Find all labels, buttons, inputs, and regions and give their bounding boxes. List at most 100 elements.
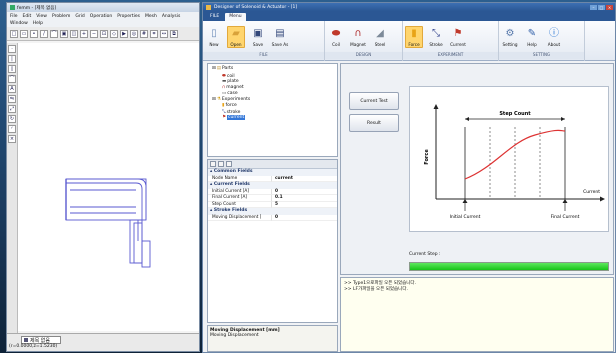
save-as-button[interactable]: ▤ Save As: [271, 27, 289, 47]
document-tab[interactable]: 제목 없음: [21, 336, 61, 344]
tree-node-case[interactable]: ▭ case: [222, 91, 238, 96]
tab-file[interactable]: FILE: [206, 13, 223, 21]
current-icon: ⚑: [222, 115, 227, 120]
magnet-icon: ∩: [354, 27, 362, 39]
about-button[interactable]: ⓘ About: [545, 27, 563, 47]
help-button[interactable]: ✎ Help: [523, 27, 541, 47]
femm-drawing-canvas[interactable]: [18, 43, 199, 331]
group-icon[interactable]: ◫: [70, 29, 78, 38]
property-pages-icon[interactable]: [226, 161, 232, 167]
menu-window[interactable]: Window: [10, 21, 28, 26]
rotate-icon[interactable]: ↻: [8, 115, 16, 123]
line-icon[interactable]: |: [8, 55, 16, 63]
fillet-icon[interactable]: ◜: [8, 125, 16, 133]
initial-current-label: Initial Current: [450, 214, 481, 220]
ribbon-group-design: ⬬ Coil ∩ Magnet ◢ Steel DESIGN: [325, 21, 403, 61]
label-icon[interactable]: A: [8, 85, 16, 93]
categorized-view-icon[interactable]: [210, 161, 216, 167]
group-label-setting: SETTING: [499, 52, 584, 59]
close-button[interactable]: ×: [606, 4, 613, 10]
plate-icon: ▬: [222, 79, 227, 84]
menu-properties[interactable]: Properties: [117, 14, 140, 19]
femm-menubar-2: Window Help: [7, 20, 199, 27]
maximize-button[interactable]: □: [598, 4, 605, 10]
segment-icon[interactable]: /: [40, 29, 48, 38]
menu-problem[interactable]: Problem: [52, 14, 70, 19]
femm-titlebar: femm - [제목 없음]: [7, 3, 199, 12]
rect-icon[interactable]: ▯: [8, 65, 16, 73]
current-test-button[interactable]: Current Test: [349, 92, 399, 110]
arc-tool-icon[interactable]: ⌒: [8, 75, 16, 83]
zoom-out-icon[interactable]: −: [90, 29, 98, 38]
tree-node-magnet[interactable]: ∩ magnet: [222, 85, 244, 90]
stroke-button[interactable]: ⤡ Stroke: [427, 27, 445, 47]
new-button[interactable]: ▯ New: [205, 27, 223, 47]
coil-button[interactable]: ⬬ Coil: [327, 27, 345, 47]
app-icon: [206, 4, 211, 10]
force-icon: ▮: [222, 103, 225, 108]
grid-icon[interactable]: #: [140, 29, 148, 38]
menu-analysis[interactable]: Analysis: [162, 14, 181, 19]
scale-icon[interactable]: ⤢: [8, 105, 16, 113]
view-icon[interactable]: ◎: [130, 29, 138, 38]
setting-icon: ⚙: [505, 27, 515, 39]
property-row[interactable]: Moving Displacement [0: [208, 214, 337, 221]
tree-node-plate[interactable]: ▬ plate: [222, 79, 239, 84]
window-title: Designer of Solenoid & Actuator - [1]: [214, 4, 298, 10]
window-controls: – □ ×: [590, 4, 613, 10]
mesh-icon[interactable]: ◇: [110, 29, 118, 38]
move-icon[interactable]: ↔: [160, 29, 168, 38]
menu-edit[interactable]: Edit: [23, 14, 32, 19]
menu-view[interactable]: View: [36, 14, 47, 19]
minimize-button[interactable]: –: [590, 4, 597, 10]
zoom-window-icon[interactable]: ⊡: [100, 29, 108, 38]
menu-operation[interactable]: Operation: [90, 14, 112, 19]
group-label-design: DESIGN: [325, 52, 402, 59]
block-icon[interactable]: ▣: [60, 29, 68, 38]
tree-node-force[interactable]: ▮ force: [222, 103, 237, 108]
femm-window: femm - [제목 없음] File Edit View Problem Gr…: [6, 2, 200, 352]
about-icon: ⓘ: [549, 27, 559, 39]
delete-icon[interactable]: ×: [8, 135, 16, 143]
group-label-file: FILE: [203, 52, 324, 59]
current-button[interactable]: ⚑ Current: [449, 27, 467, 47]
mirror-icon[interactable]: ⇋: [8, 95, 16, 103]
snap-icon[interactable]: ⌗: [150, 29, 158, 38]
alphabetical-view-icon[interactable]: [218, 161, 224, 167]
point-icon[interactable]: ·: [8, 45, 16, 53]
output-log[interactable]: >> Type1으로파일 오픈 되었습니다. >> LF가파일을 오픈 되었습니…: [340, 277, 614, 352]
tree-node-experiments[interactable]: ⊟ ⚗ Experiments: [212, 97, 250, 102]
new-icon[interactable]: □: [10, 29, 18, 38]
force-axis-label: Force: [424, 149, 430, 165]
tree-node-parts[interactable]: ⊟ ▤ Parts: [212, 66, 233, 71]
femm-title: femm - [제목 없음]: [17, 5, 57, 11]
geometry-case-outline: [66, 178, 147, 220]
menu-grid[interactable]: Grid: [75, 14, 84, 19]
steel-button[interactable]: ◢ Steel: [371, 27, 389, 47]
force-button[interactable]: ▮ Force: [405, 25, 423, 48]
run-icon[interactable]: ▶: [120, 29, 128, 38]
result-button[interactable]: Result: [349, 114, 399, 132]
copy-icon[interactable]: ⧉: [170, 29, 178, 38]
experiment-panel: Current Test Result Step Count Force Cur…: [340, 63, 614, 275]
open-icon[interactable]: ▭: [20, 29, 28, 38]
geometry-inner-outline: [66, 182, 143, 220]
current-axis-label: Current: [583, 189, 600, 195]
menu-help[interactable]: Help: [33, 21, 43, 26]
save-button[interactable]: ▣ Save: [249, 27, 267, 47]
zoom-in-icon[interactable]: +: [80, 29, 88, 38]
property-description: Moving Displacement [mm] Moving Displace…: [207, 325, 338, 352]
magnet-button[interactable]: ∩ Magnet: [349, 27, 367, 47]
current-diagram: Step Count Force Current Initial Current…: [409, 86, 609, 232]
open-button[interactable]: ▰ Open: [227, 25, 245, 48]
case-icon: ▭: [222, 91, 227, 96]
menu-mesh[interactable]: Mesh: [145, 14, 157, 19]
setting-button[interactable]: ⚙ Setting: [501, 27, 519, 47]
tree-node-current[interactable]: ⚑ current: [222, 115, 246, 120]
description-text: Moving Displacement: [210, 333, 259, 338]
tab-menu[interactable]: Menu: [225, 13, 246, 21]
node-icon[interactable]: •: [30, 29, 38, 38]
menu-file[interactable]: File: [10, 14, 18, 19]
force-icon: ▮: [411, 27, 417, 39]
arc-icon[interactable]: ⌒: [50, 29, 58, 38]
